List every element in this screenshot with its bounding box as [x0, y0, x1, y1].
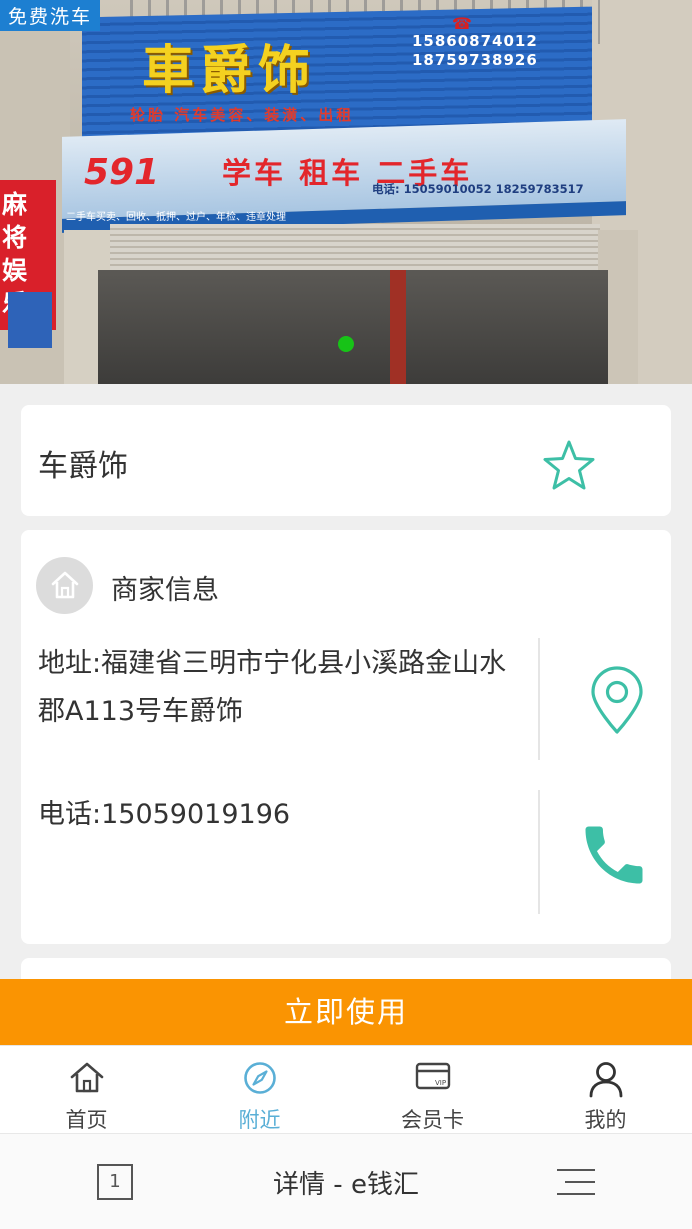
- divider: [538, 790, 540, 914]
- favorite-star-icon[interactable]: [541, 438, 597, 494]
- home-icon: [36, 557, 93, 614]
- svg-text:VIP: VIP: [435, 1079, 446, 1087]
- menu-line: [565, 1181, 595, 1183]
- telephone-glyph-icon: ☎: [452, 14, 472, 33]
- home-icon: [0, 1060, 173, 1096]
- photo-shop-interior: [98, 270, 608, 384]
- photo-sign-title: 車爵饰: [142, 40, 317, 101]
- photo-sign-mid-phones: 电话: 15059010052 18259783517: [372, 182, 584, 196]
- divider: [538, 638, 540, 760]
- tab-label: 会员卡: [401, 1108, 464, 1132]
- menu-line: [557, 1169, 595, 1171]
- shop-title-card: 车爵饰: [21, 405, 671, 516]
- photo-sign-phones: 15860874012 18759738926: [412, 32, 538, 70]
- browser-bottom-bar: 1 详情 - e钱汇: [0, 1133, 692, 1229]
- photo-pillar: [390, 270, 406, 384]
- merchant-phone: 电话:15059019196: [38, 799, 291, 830]
- use-now-button[interactable]: 立即使用: [0, 979, 692, 1045]
- tab-label: 我的: [584, 1108, 627, 1132]
- photo-tag-free-wash: 免费洗车: [0, 0, 101, 31]
- tab-mine[interactable]: 我的: [519, 1046, 692, 1134]
- carousel-indicator-dot[interactable]: [338, 336, 354, 352]
- compass-icon: [173, 1060, 346, 1096]
- menu-line: [557, 1193, 595, 1195]
- bottom-tab-bar: 首页 附近 VIP 会员卡 我的: [0, 1045, 692, 1133]
- tab-vip-card[interactable]: VIP 会员卡: [346, 1046, 519, 1134]
- hero-banner[interactable]: 車爵饰 ☎ 15860874012 18759738926 轮胎 汽车美容、装潢…: [0, 0, 692, 384]
- merchant-info-card: 商家信息 地址:福建省三明市宁化县小溪路金山水郡A113号车爵饰 电话:1505…: [21, 530, 671, 944]
- vip-card-icon: VIP: [346, 1060, 519, 1096]
- location-pin-icon[interactable]: [587, 666, 647, 736]
- menu-icon[interactable]: [557, 1167, 595, 1197]
- photo-sign-mid-services: 二手车买卖、回收、抵押、过户、年检、违章处理: [66, 212, 286, 223]
- merchant-info-title: 商家信息: [111, 575, 219, 606]
- photo-sign-subtitle: 轮胎 汽车美容、装潢、出租: [130, 106, 355, 124]
- photo-shutter: [110, 224, 600, 270]
- phone-call-icon[interactable]: [576, 817, 652, 893]
- merchant-address: 地址:福建省三明市宁化县小溪路金山水郡A113号车爵饰: [38, 648, 507, 727]
- photo-left-poster: [8, 292, 52, 348]
- photo-sign-phone: 18759738926: [412, 51, 538, 69]
- tab-label: 附近: [238, 1108, 281, 1132]
- shop-name: 车爵饰: [38, 449, 128, 484]
- photo-sign-phone: 15860874012: [412, 32, 538, 50]
- tab-label: 首页: [65, 1108, 108, 1132]
- person-icon: [519, 1060, 692, 1098]
- tab-nearby[interactable]: 附近: [173, 1046, 346, 1134]
- photo-sign-591: 591: [84, 152, 160, 193]
- tab-home[interactable]: 首页: [0, 1046, 173, 1134]
